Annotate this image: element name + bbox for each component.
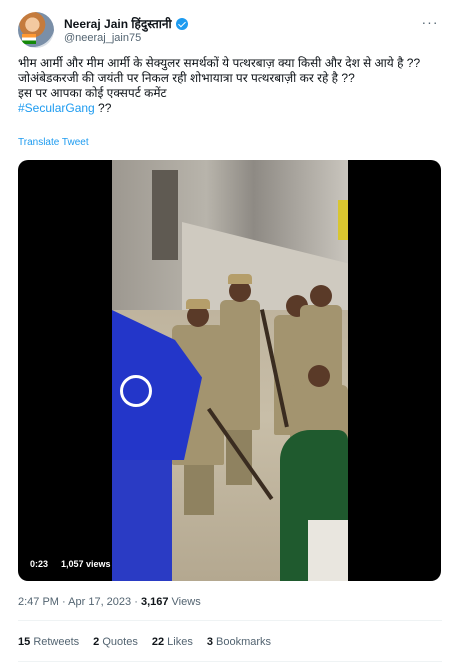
avatar[interactable] (18, 12, 54, 48)
video-figure (112, 460, 172, 581)
tweet: Neeraj Jain हिंदुस्तानी @neeraj_jain75 ·… (0, 0, 454, 671)
translate-tweet-link[interactable]: Translate Tweet (18, 137, 89, 148)
likes-label: Likes (167, 636, 193, 648)
engagement-stats: 15 Retweets 2 Quotes 22 Likes 3 Bookmark… (18, 636, 271, 648)
hashtag-link[interactable]: #SecularGang (18, 101, 95, 115)
views-label: Views (171, 596, 201, 608)
meta-separator: · (62, 596, 66, 608)
likes-stat[interactable]: 22 Likes (152, 636, 193, 648)
quotes-stat[interactable]: 2 Quotes (93, 636, 138, 648)
hashtag-suffix: ?? (94, 101, 112, 115)
verified-badge-icon (175, 17, 188, 30)
video-frame (112, 160, 348, 581)
flag-icon (22, 34, 36, 44)
divider (18, 620, 442, 621)
tweet-text-line: भीम आर्मी और मीम आर्मी के सेक्युलर समर्थ… (18, 56, 421, 70)
tweet-meta: 2:47 PM · Apr 17, 2023 · 3,167 Views (18, 596, 201, 608)
tweet-text: भीम आर्मी और मीम आर्मी के सेक्युलर समर्थ… (18, 56, 442, 116)
tweet-date[interactable]: Apr 17, 2023 (68, 596, 131, 608)
bookmarks-count: 3 (206, 636, 213, 648)
retweets-label: Retweets (33, 636, 80, 648)
likes-count: 22 (151, 636, 165, 648)
retweets-count: 15 (18, 636, 31, 648)
tweet-time[interactable]: 2:47 PM (18, 596, 59, 608)
meta-separator: · (134, 596, 138, 608)
video-door (152, 170, 178, 260)
tweet-header: Neeraj Jain हिंदुस्तानी @neeraj_jain75 ·… (18, 10, 442, 50)
bookmarks-label: Bookmarks (216, 636, 272, 648)
tweet-text-line: जोअंबेडकरजी की जयंती पर निकल रही शोभायात… (18, 71, 355, 85)
video-time: 0:23 (30, 559, 49, 569)
video-views: 1,057 views (61, 559, 111, 569)
video-sign (338, 200, 348, 240)
video-figure (308, 520, 348, 581)
more-options-icon[interactable]: ··· (420, 14, 440, 34)
video-figure (220, 274, 260, 430)
tweet-text-line: इस पर आपका कोई एक्सपर्ट कमेंट (18, 86, 167, 100)
tweet-text-line: #SecularGang ?? (18, 101, 442, 116)
author-handle[interactable]: @neeraj_jain75 (64, 32, 141, 44)
video-figure (184, 460, 214, 515)
retweets-stat[interactable]: 15 Retweets (18, 636, 79, 648)
author-name-row: Neeraj Jain हिंदुस्तानी (64, 15, 188, 32)
divider (18, 661, 442, 662)
bookmarks-stat[interactable]: 3 Bookmarks (207, 636, 271, 648)
author-name[interactable]: Neeraj Jain हिंदुस्तानी (64, 15, 172, 32)
quotes-count: 2 (93, 636, 100, 648)
quotes-label: Quotes (102, 636, 138, 648)
video-player[interactable]: 0:23 1,057 views (18, 160, 441, 581)
views-count: 3,167 (140, 596, 169, 608)
